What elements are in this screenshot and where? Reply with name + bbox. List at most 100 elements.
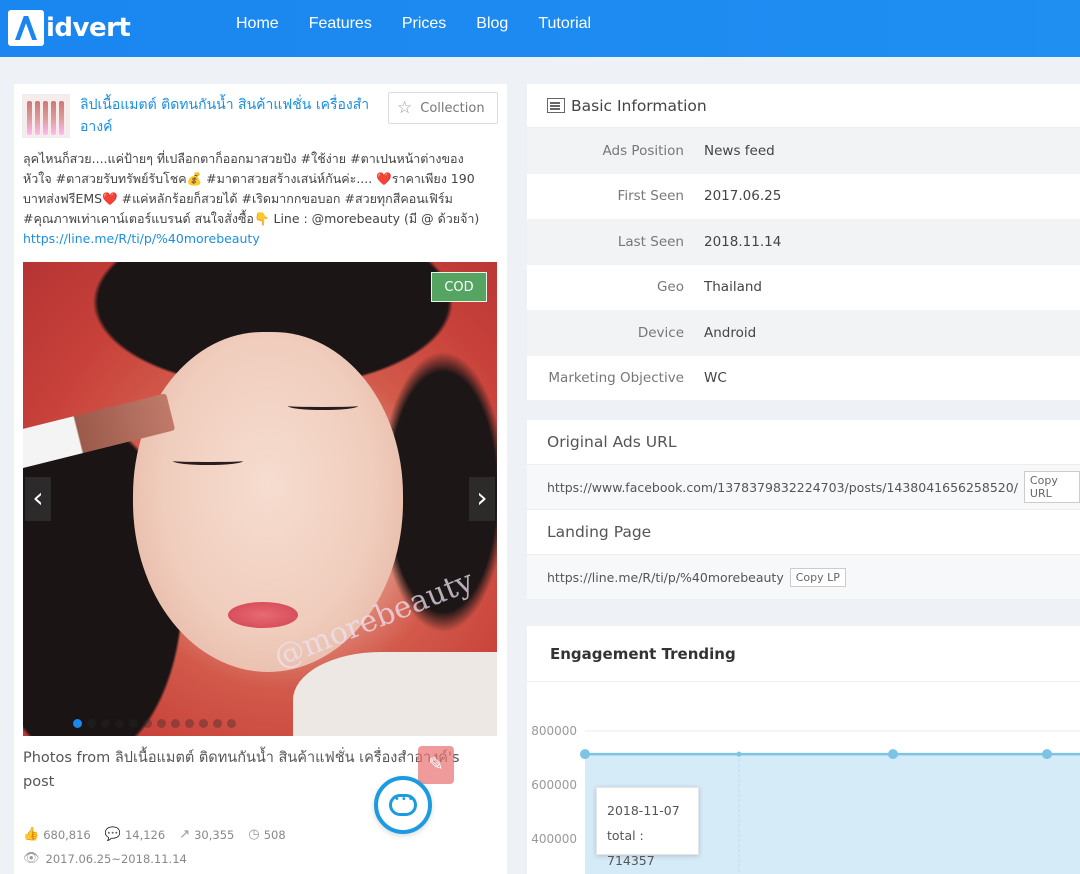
info-value: WC (704, 370, 727, 387)
carousel-dot[interactable] (87, 719, 96, 728)
image-eye (173, 457, 243, 465)
carousel-dots (73, 719, 236, 728)
top-navbar: idvert Home Features Prices Blog Tutoria… (0, 0, 1080, 57)
carousel-dot[interactable] (115, 719, 124, 728)
ad-text-line: #คุณภาพเท่าเคาน์เตอร์แบรนด์ สนใจสั่งซื้อ… (23, 211, 480, 226)
carousel-dot[interactable] (143, 719, 152, 728)
info-row-first-seen: First Seen 2017.06.25 (527, 174, 1080, 220)
share-icon: ↗ (179, 827, 191, 842)
comments-stat: 💬 14,126 (105, 827, 165, 842)
engagement-title: Engagement Trending (527, 626, 1080, 682)
logo[interactable]: idvert (8, 8, 131, 48)
info-label: Ads Position (602, 142, 684, 159)
nav-prices[interactable]: Prices (402, 15, 446, 33)
nav-features[interactable]: Features (309, 15, 372, 33)
info-label: Marketing Objective (548, 370, 684, 387)
basic-info-header: Basic Information (527, 84, 1080, 128)
copy-lp-button[interactable]: Copy LP (789, 567, 846, 587)
tooltip-total: total : 714357 (607, 828, 655, 868)
basic-info-panel: Basic Information Ads Position News feed … (527, 84, 1080, 400)
carousel-dot[interactable] (185, 719, 194, 728)
landing-page-url[interactable]: https://line.me/R/ti/p/%40morebeauty (547, 570, 784, 585)
chat-button[interactable] (374, 776, 432, 834)
data-point (888, 749, 898, 760)
original-url-title: Original Ads URL (527, 420, 1080, 465)
image-shoulder (293, 652, 497, 736)
chat-icon (389, 794, 417, 816)
image-eye (288, 402, 358, 410)
views-count: 508 (263, 827, 286, 842)
original-url-text[interactable]: https://www.facebook.com/137837983222470… (547, 480, 1018, 495)
info-row-last-seen: Last Seen 2018.11.14 (527, 219, 1080, 265)
basic-info-title: Basic Information (571, 96, 707, 115)
views-stat: ◷ 508 (248, 827, 285, 842)
carousel-dot[interactable] (227, 719, 236, 728)
info-value: Thailand (704, 279, 762, 296)
comments-count: 14,126 (124, 827, 166, 842)
collection-button[interactable]: ☆ Collection (388, 92, 498, 124)
info-value: 2017.06.25 (704, 188, 782, 205)
likes-stat: 👍 680,816 (23, 827, 91, 842)
info-row-geo: Geo Thailand (527, 265, 1080, 311)
logo-text: idvert (46, 13, 131, 43)
carousel-dot[interactable] (157, 719, 166, 728)
carousel-prev-button[interactable]: ‹ (25, 477, 51, 521)
tooltip-date: 2018-11-07 (607, 803, 680, 818)
advertiser-avatar[interactable] (22, 94, 70, 138)
carousel-dot[interactable] (199, 719, 208, 728)
ad-text-line: บาทส่งฟรีEMS❤️ #แค่หลักร้อยก็สวยได้ #เริ… (23, 191, 453, 206)
likes-count: 680,816 (43, 827, 91, 842)
data-point (1042, 749, 1052, 760)
image-lips (228, 602, 298, 628)
pin-icon[interactable]: ✎ (418, 746, 454, 784)
ad-image-carousel[interactable]: @morebeauty COD ‹ › (23, 262, 497, 736)
info-value: News feed (704, 142, 775, 159)
engagement-chart[interactable]: 800000 600000 400000 2018-11-07 total : 71… (527, 683, 1080, 874)
carousel-dot[interactable] (73, 719, 82, 728)
ad-text-line: หัวใจ #ตาสวยรับทรัพย์รับโชค💰 #มาตาสวยสร้… (23, 171, 475, 186)
nav-blog[interactable]: Blog (476, 15, 508, 33)
copy-url-button[interactable]: Copy URL (1023, 471, 1080, 503)
carousel-dot[interactable] (129, 719, 138, 728)
ad-text: ลุคไหนก็สวย....แค่ป้ายๆ ที่เปลือกตาก็ออก… (23, 149, 493, 249)
original-url-row: https://www.facebook.com/137837983222470… (527, 465, 1080, 510)
engagement-panel: Engagement Trending 800000 600000 400000 2… (527, 626, 1080, 874)
advertiser-name[interactable]: ลิปเนื้อแมตต์ ติดทนกันน้ำ สินค้าแฟชั่น เ… (80, 94, 385, 138)
info-label: First Seen (617, 188, 684, 205)
shares-count: 30,355 (194, 827, 235, 842)
y-tick-label: 400000 (531, 832, 577, 846)
thumbs-up-icon: 👍 (23, 827, 40, 842)
info-value: Android (704, 324, 757, 341)
ad-date-range: 👁 2017.06.25~2018.11.14 (23, 851, 187, 866)
landing-page-row: https://line.me/R/ti/p/%40morebeauty Cop… (527, 555, 1080, 600)
shares-stat: ↗ 30,355 (179, 827, 234, 842)
carousel-dot[interactable] (101, 719, 110, 728)
clock-icon: ◷ (248, 827, 260, 842)
carousel-dot[interactable] (171, 719, 180, 728)
comment-icon: 💬 (104, 827, 121, 842)
info-label: Device (637, 324, 684, 341)
logo-icon (8, 10, 44, 46)
info-row-marketing-objective: Marketing Objective WC (527, 356, 1080, 402)
carousel-dot[interactable] (213, 719, 222, 728)
data-point (736, 751, 742, 757)
urls-panel: Original Ads URL https://www.facebook.co… (527, 420, 1080, 600)
nav-home[interactable]: Home (236, 15, 279, 33)
ad-card: ลิปเนื้อแมตต์ ติดทนกันน้ำ สินค้าแฟชั่น เ… (14, 84, 507, 874)
date-range-text: 2017.06.25~2018.11.14 (45, 851, 187, 866)
y-tick-label: 600000 (531, 778, 577, 792)
carousel-next-button[interactable]: › (469, 477, 495, 521)
y-tick-label: 800000 (531, 724, 577, 738)
info-label: Last Seen (617, 233, 684, 250)
landing-page-title: Landing Page (527, 510, 1080, 555)
info-value: 2018.11.14 (704, 233, 782, 250)
data-point (580, 749, 590, 760)
collection-label: Collection (420, 100, 485, 116)
ad-link[interactable]: https://line.me/R/ti/p/%40morebeauty (23, 229, 493, 249)
info-row-device: Device Android (527, 310, 1080, 356)
info-row-ads-position: Ads Position News feed (527, 128, 1080, 174)
nav-tutorial[interactable]: Tutorial (538, 15, 591, 33)
main-nav: Home Features Prices Blog Tutorial (236, 15, 621, 33)
ad-header: ลิปเนื้อแมตต์ ติดทนกันน้ำ สินค้าแฟชั่น เ… (22, 92, 499, 140)
table-icon (547, 98, 565, 113)
